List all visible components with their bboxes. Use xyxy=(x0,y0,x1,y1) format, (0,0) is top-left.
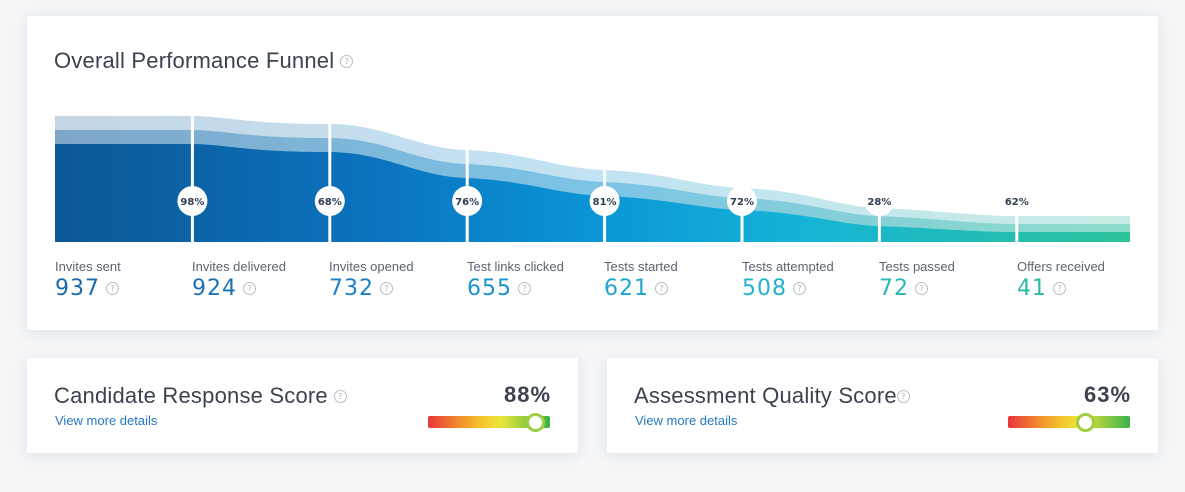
stage-invites-sent: Invites sent 937? xyxy=(55,259,190,301)
stage-divider xyxy=(603,100,607,242)
assessment-score-gauge xyxy=(1008,413,1130,432)
stage-test-links-clicked: Test links clicked 655? xyxy=(467,259,602,301)
stage-divider xyxy=(190,100,194,242)
stage-value: 508 xyxy=(742,276,787,301)
stage-invites-opened: Invites opened 732? xyxy=(329,259,464,301)
stage-value: 621 xyxy=(604,276,649,301)
conversion-badge: 81% xyxy=(589,186,620,216)
stage-value: 937 xyxy=(55,276,100,301)
conversion-rate-label: 62% xyxy=(1005,197,1029,208)
candidate-score-value: 88% xyxy=(504,382,552,407)
help-icon[interactable]: ? xyxy=(243,282,256,295)
conversion-rate-label: 98% xyxy=(180,197,204,208)
assessment-score-title: Assessment Quality Score xyxy=(634,383,897,408)
funnel-title: Overall Performance Funnel xyxy=(54,48,335,73)
stage-value: 732 xyxy=(329,276,374,301)
stage-value: 924 xyxy=(192,276,237,301)
stage-value: 41 xyxy=(1017,276,1047,301)
stage-label: Tests passed xyxy=(879,259,955,274)
help-icon[interactable]: ? xyxy=(793,282,806,295)
assessment-title-row: Assessment Quality Score ? xyxy=(634,383,910,409)
stage-tests-passed: Tests passed 72? xyxy=(879,259,1014,301)
assessment-score-value: 63% xyxy=(1084,382,1132,407)
conversion-badge: 76% xyxy=(452,186,483,216)
conversion-badge: 98% xyxy=(177,186,208,216)
conversion-badge: 28% xyxy=(864,186,895,216)
stage-divider xyxy=(877,100,881,242)
conversion-badge: 68% xyxy=(314,186,345,216)
conversion-rate-label: 72% xyxy=(730,197,754,208)
stage-invites-delivered: Invites delivered 924? xyxy=(192,259,327,301)
stage-tests-attempted: Tests attempted 508? xyxy=(742,259,877,301)
stage-label: Test links clicked xyxy=(467,259,564,274)
stage-value: 72 xyxy=(879,276,909,301)
help-icon[interactable]: ? xyxy=(518,282,531,295)
conversion-badge: 62% xyxy=(1001,186,1032,216)
view-details-link[interactable]: View more details xyxy=(635,413,737,428)
stage-label: Invites delivered xyxy=(192,259,286,274)
stage-offers-received: Offers received 41? xyxy=(1017,259,1152,301)
stage-divider xyxy=(328,100,332,242)
conversion-rate-label: 81% xyxy=(593,197,617,208)
candidate-title-row: Candidate Response Score ? xyxy=(54,383,347,409)
funnel-title-row: Overall Performance Funnel ? xyxy=(54,48,354,74)
help-icon[interactable]: ? xyxy=(340,54,354,68)
stage-label: Tests attempted xyxy=(742,259,834,274)
help-icon[interactable]: ? xyxy=(896,389,910,403)
funnel-chart: 98% 68% 76% 81% 72% 28% 62% xyxy=(55,100,1130,242)
candidate-score-gauge xyxy=(428,413,550,432)
candidate-score-title: Candidate Response Score xyxy=(54,383,328,408)
help-icon[interactable]: ? xyxy=(1053,282,1066,295)
stage-label: Invites opened xyxy=(329,259,414,274)
funnel-card: Overall Performance Funnel ? 98% 68% 76%… xyxy=(27,16,1158,330)
view-details-link[interactable]: View more details xyxy=(55,413,157,428)
stage-divider xyxy=(740,100,744,242)
candidate-response-card: Candidate Response Score ? View more det… xyxy=(27,358,578,453)
help-icon[interactable]: ? xyxy=(106,282,119,295)
help-icon[interactable]: ? xyxy=(915,282,928,295)
stage-label: Offers received xyxy=(1017,259,1105,274)
conversion-rate-label: 76% xyxy=(455,197,479,208)
stage-divider xyxy=(1015,100,1019,242)
stage-label: Invites sent xyxy=(55,259,121,274)
stage-tests-started: Tests started 621? xyxy=(604,259,739,301)
gauge-knob xyxy=(526,413,546,432)
conversion-rate-label: 68% xyxy=(318,197,342,208)
gauge-knob xyxy=(1075,413,1095,432)
stage-label: Tests started xyxy=(604,259,678,274)
assessment-quality-card: Assessment Quality Score ? View more det… xyxy=(607,358,1158,453)
help-icon[interactable]: ? xyxy=(655,282,668,295)
help-icon[interactable]: ? xyxy=(380,282,393,295)
conversion-badge: 72% xyxy=(727,186,757,216)
help-icon[interactable]: ? xyxy=(333,389,347,403)
stage-value: 655 xyxy=(467,276,512,301)
conversion-rate-label: 28% xyxy=(867,197,891,208)
stage-divider xyxy=(465,100,469,242)
